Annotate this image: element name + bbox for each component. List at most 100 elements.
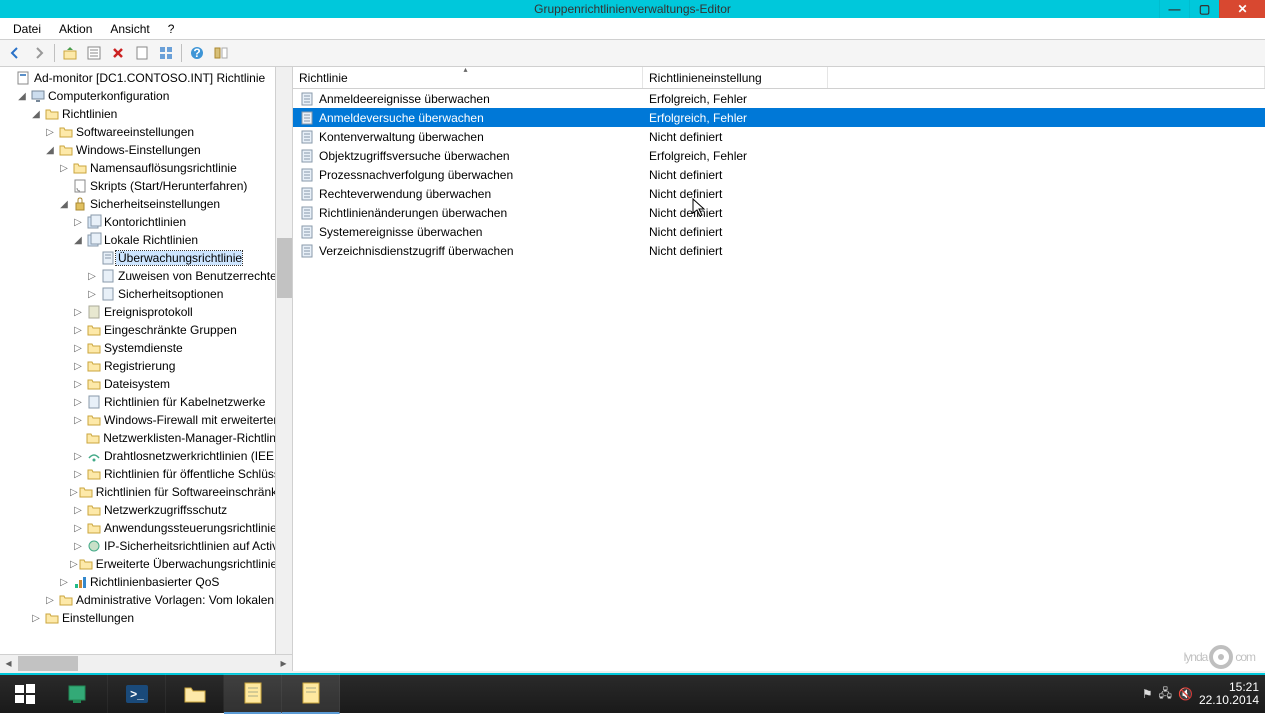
tree-node-sicherheitsoptionen[interactable]: ▷ Sicherheitsoptionen [0, 285, 292, 303]
tree-node-richtlinien[interactable]: ◢ Richtlinien [0, 105, 292, 123]
tray-sound-icon[interactable]: 🔇 [1178, 687, 1193, 701]
close-button[interactable]: ✕ [1219, 0, 1265, 18]
list-body[interactable]: Anmeldeereignisse überwachenErfolgreich,… [293, 89, 1265, 671]
expander-icon[interactable]: ▷ [70, 487, 78, 498]
expander-icon[interactable]: ▷ [70, 361, 86, 372]
tree-node-netzwerkzugriff[interactable]: ▷ Netzwerkzugriffsschutz [0, 501, 292, 519]
taskbar-powershell[interactable]: >_ [108, 674, 166, 714]
expander-icon[interactable]: ▷ [56, 577, 72, 588]
tree-node-kabelnetz[interactable]: ▷ Richtlinien für Kabelnetzwerke [0, 393, 292, 411]
expander-icon[interactable]: ◢ [42, 145, 58, 156]
expander-icon[interactable]: ▷ [56, 163, 72, 174]
tree-node-zuweisen[interactable]: ▷ Zuweisen von Benutzerrechten [0, 267, 292, 285]
back-button[interactable] [4, 42, 26, 64]
expander-icon[interactable]: ◢ [70, 235, 86, 246]
expander-icon[interactable]: ▷ [70, 343, 86, 354]
tree-node-kontorichtlinien[interactable]: ▷ Kontorichtlinien [0, 213, 292, 231]
tree-node-oeffentlich[interactable]: ▷ Richtlinien für öffentliche Schlüssel [0, 465, 292, 483]
tree-node-skripts[interactable]: Skripts (Start/Herunterfahren) [0, 177, 292, 195]
maximize-button[interactable]: ▢ [1189, 0, 1219, 18]
list-row[interactable]: Prozessnachverfolgung überwachenNicht de… [293, 165, 1265, 184]
expander-icon[interactable]: ▷ [84, 289, 100, 300]
tree-node-softwareeinschr[interactable]: ▷ Richtlinien für Softwareeinschränkung [0, 483, 292, 501]
help-button[interactable]: ? [186, 42, 208, 64]
expander-icon[interactable]: ▷ [70, 307, 86, 318]
expander-icon[interactable]: ▷ [42, 127, 58, 138]
refresh-button[interactable] [155, 42, 177, 64]
tree[interactable]: Ad-monitor [DC1.CONTOSO.INT] Richtlinie … [0, 67, 292, 627]
start-button[interactable] [0, 674, 50, 714]
taskbar-gpedit[interactable] [224, 674, 282, 714]
expander-icon[interactable]: ▷ [84, 271, 100, 282]
tree-node-ereignisprotokoll[interactable]: ▷ Ereignisprotokoll [0, 303, 292, 321]
tree-node-lokale[interactable]: ◢ Lokale Richtlinien [0, 231, 292, 249]
expander-icon[interactable]: ◢ [14, 91, 30, 102]
tree-node-qos[interactable]: ▷ Richtlinienbasierter QoS [0, 573, 292, 591]
tree-node-ueberwachung[interactable]: Überwachungsrichtlinie [0, 249, 292, 267]
tree-node-systemdienste[interactable]: ▷ Systemdienste [0, 339, 292, 357]
show-hide-button[interactable] [210, 42, 232, 64]
tree-node-erweiterte[interactable]: ▷ Erweiterte Überwachungsrichtlinienkonf… [0, 555, 292, 573]
tree-node-ipsicherheit[interactable]: ▷ IP-Sicherheitsrichtlinien auf Active [0, 537, 292, 555]
tree-node-anwendungssteuerung[interactable]: ▷ Anwendungssteuerungsrichtlinien [0, 519, 292, 537]
expander-icon[interactable]: ◢ [56, 199, 72, 210]
list-row[interactable]: Rechteverwendung überwachenNicht definie… [293, 184, 1265, 203]
tree-node-netzwerklisten[interactable]: Netzwerklisten-Manager-Richtlinien [0, 429, 292, 447]
tree-node-firewall[interactable]: ▷ Windows-Firewall mit erweiterten [0, 411, 292, 429]
taskbar-server-manager[interactable] [50, 674, 108, 714]
list-row[interactable]: Anmeldeereignisse überwachenErfolgreich,… [293, 89, 1265, 108]
expander-icon[interactable]: ▷ [70, 505, 86, 516]
tree-node-windowseinstellungen[interactable]: ◢ Windows-Einstellungen [0, 141, 292, 159]
expander-icon[interactable]: ▷ [70, 217, 86, 228]
expander-icon[interactable]: ◢ [28, 109, 44, 120]
column-header-policy[interactable]: Richtlinie [293, 67, 643, 88]
expander-icon[interactable]: ▷ [70, 469, 86, 480]
menu-datei[interactable]: Datei [5, 20, 49, 38]
tree-node-drahtlos[interactable]: ▷ Drahtlosnetzwerkrichtlinien (IEEE [0, 447, 292, 465]
up-button[interactable] [59, 42, 81, 64]
properties-button[interactable] [83, 42, 105, 64]
expander-icon[interactable]: ▷ [28, 613, 44, 624]
forward-button[interactable] [28, 42, 50, 64]
list-row[interactable]: Anmeldeversuche überwachenErfolgreich, F… [293, 108, 1265, 127]
tree-node-softwareeinstellungen[interactable]: ▷ Softwareeinstellungen [0, 123, 292, 141]
tree-node-admvorlagen[interactable]: ▷ Administrative Vorlagen: Vom lokalen [0, 591, 292, 609]
tree-node-dateisystem[interactable]: ▷ Dateisystem [0, 375, 292, 393]
taskbar-notepad[interactable] [282, 674, 340, 714]
scroll-right-icon[interactable]: ▸ [275, 655, 292, 671]
tree-node-computerkonfiguration[interactable]: ◢ Computerkonfiguration [0, 87, 292, 105]
list-row[interactable]: Richtlinienänderungen überwachenNicht de… [293, 203, 1265, 222]
expander-icon[interactable]: ▷ [70, 379, 86, 390]
delete-button[interactable] [107, 42, 129, 64]
column-header-setting[interactable]: Richtlinieneinstellung [643, 67, 828, 88]
expander-icon[interactable]: ▷ [70, 415, 86, 426]
tree-node-registrierung[interactable]: ▷ Registrierung [0, 357, 292, 375]
menu-help[interactable]: ? [160, 20, 183, 38]
taskbar-explorer[interactable] [166, 674, 224, 714]
expander-icon[interactable]: ▷ [70, 541, 86, 552]
taskbar-clock[interactable]: 15:21 22.10.2014 [1199, 681, 1259, 707]
list-row[interactable]: Kontenverwaltung überwachenNicht definie… [293, 127, 1265, 146]
list-row[interactable]: Verzeichnisdienstzugriff überwachenNicht… [293, 241, 1265, 260]
expander-icon[interactable]: ▷ [70, 523, 86, 534]
tray-flag-icon[interactable]: ⚑ [1142, 687, 1153, 701]
tree-horizontal-scrollbar[interactable]: ◂ ▸ [0, 654, 292, 671]
tree-node-sicherheit[interactable]: ◢ Sicherheitseinstellungen [0, 195, 292, 213]
expander-icon[interactable]: ▷ [70, 451, 86, 462]
tree-node-eingeschraenkte[interactable]: ▷ Eingeschränkte Gruppen [0, 321, 292, 339]
tray-network-icon[interactable]: 🖧 [1159, 684, 1172, 705]
tree-node-namensaufloesung[interactable]: ▷ Namensauflösungsrichtlinie [0, 159, 292, 177]
expander-icon[interactable]: ▷ [70, 325, 86, 336]
tree-node-einstellungen[interactable]: ▷ Einstellungen [0, 609, 292, 627]
menu-ansicht[interactable]: Ansicht [102, 20, 157, 38]
tree-node-root[interactable]: Ad-monitor [DC1.CONTOSO.INT] Richtlinie [0, 69, 292, 87]
scroll-left-icon[interactable]: ◂ [0, 655, 17, 671]
expander-icon[interactable]: ▷ [70, 559, 78, 570]
tree-vertical-scrollbar[interactable] [275, 67, 292, 654]
minimize-button[interactable]: — [1159, 0, 1189, 18]
expander-icon[interactable]: ▷ [42, 595, 58, 606]
list-row[interactable]: Objektzugriffsversuche überwachenErfolgr… [293, 146, 1265, 165]
menu-aktion[interactable]: Aktion [51, 20, 100, 38]
export-button[interactable] [131, 42, 153, 64]
list-row[interactable]: Systemereignisse überwachenNicht definie… [293, 222, 1265, 241]
